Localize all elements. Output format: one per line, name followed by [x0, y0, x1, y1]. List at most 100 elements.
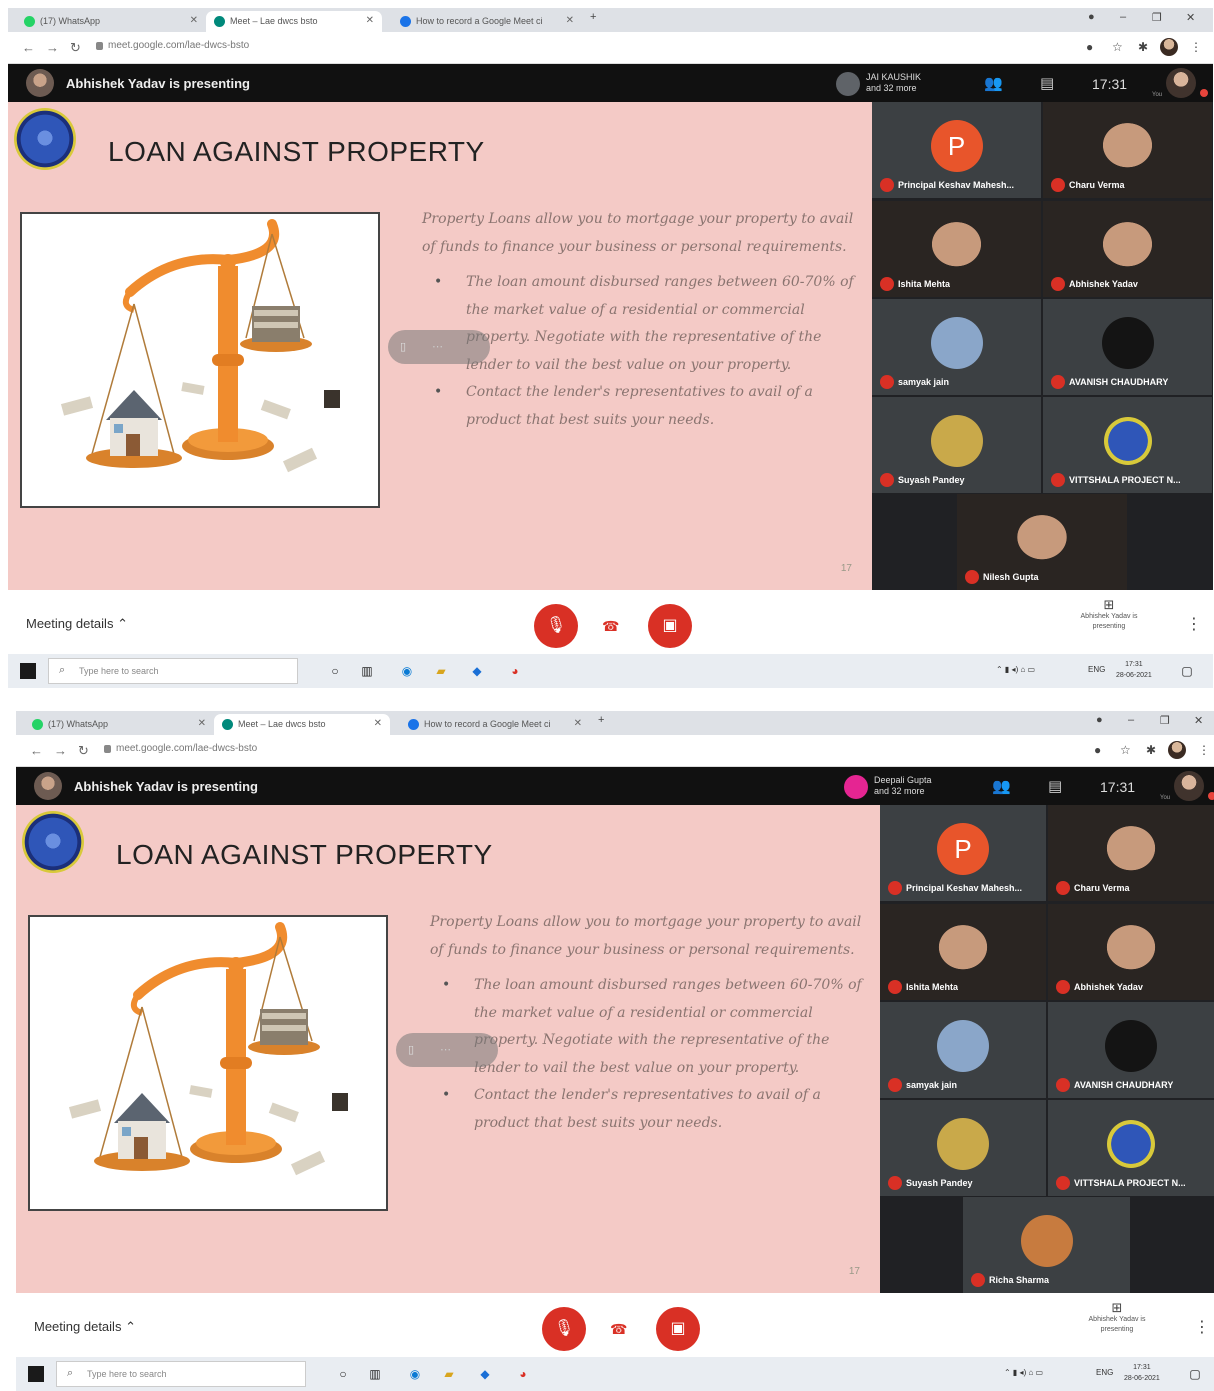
active-speaker[interactable]: JAI KAUSHIK and 32 more — [836, 70, 966, 98]
edge-icon[interactable]: ◉ — [406, 1365, 424, 1383]
mic-off-button[interactable]: 🎙 — [534, 604, 578, 648]
more-overlay-icon[interactable]: ⋯ — [432, 340, 443, 353]
end-call-button[interactable]: ☎ — [602, 618, 619, 635]
close-window-icon[interactable]: ✕ — [1186, 11, 1195, 24]
taskbar-clock[interactable]: 17:31 28-06-2021 — [1116, 659, 1152, 681]
browser-tab[interactable]: How to record a Google Meet ci ✕ — [392, 11, 582, 32]
input-language[interactable]: ENG — [1096, 1368, 1113, 1377]
record-icon[interactable]: ● — [1088, 11, 1095, 23]
new-tab-icon[interactable]: + — [598, 714, 604, 726]
people-icon[interactable]: 👥 — [992, 777, 1011, 795]
participant-tile[interactable]: AVANISH CHAUDHARY — [1043, 299, 1212, 395]
chrome-icon[interactable]: ◕ — [514, 1365, 532, 1383]
new-tab-icon[interactable]: + — [590, 11, 596, 23]
taskbar-clock[interactable]: 17:31 28-06-2021 — [1124, 1362, 1160, 1384]
chat-icon[interactable]: ▤ — [1040, 74, 1054, 92]
notifications-icon[interactable]: ▢ — [1186, 1365, 1204, 1383]
close-icon[interactable]: ✕ — [566, 15, 574, 26]
more-options-icon[interactable]: ⋮ — [1186, 614, 1202, 634]
people-icon[interactable]: 👥 — [984, 74, 1003, 92]
active-speaker[interactable]: Deepali Gupta and 32 more — [844, 773, 974, 801]
participant-tile[interactable]: Suyash Pandey — [872, 397, 1041, 493]
camera-off-button[interactable]: ▣ — [656, 1307, 700, 1351]
participant-tile[interactable]: P Principal Keshav Mahesh... — [872, 102, 1041, 198]
close-icon[interactable]: ✕ — [198, 718, 206, 729]
browser-tab-active[interactable]: Meet – Lae dwcs bsto ✕ — [214, 714, 390, 735]
mic-off-button[interactable]: 🎙 — [542, 1307, 586, 1351]
end-call-button[interactable]: ☎ — [610, 1321, 627, 1338]
windows-start-icon[interactable] — [20, 663, 36, 679]
star-icon[interactable]: ☆ — [1112, 40, 1123, 54]
browser-tab[interactable]: (17) WhatsApp ✕ — [24, 714, 214, 735]
menu-icon[interactable]: ⋮ — [1198, 743, 1210, 757]
participant-tile[interactable]: Nilesh Gupta — [957, 494, 1127, 590]
participant-tile[interactable]: Richa Sharma — [963, 1197, 1130, 1293]
participant-tile[interactable]: Charu Verma — [1043, 102, 1212, 198]
store-icon[interactable]: ◆ — [476, 1365, 494, 1383]
participant-tile[interactable]: Abhishek Yadav — [1048, 904, 1214, 1000]
presenting-button[interactable]: ⊞ Abhishek Yadav is presenting — [1064, 598, 1154, 632]
participant-tile[interactable]: Ishita Mehta — [872, 201, 1041, 297]
camera-icon[interactable]: ● — [1086, 40, 1093, 54]
mic-overlay-icon[interactable]: ▯ — [408, 1043, 414, 1056]
menu-icon[interactable]: ⋮ — [1190, 40, 1202, 54]
profile-avatar[interactable] — [1168, 741, 1186, 759]
edge-icon[interactable]: ◉ — [398, 662, 416, 680]
task-view-icon[interactable]: ▥ — [358, 662, 376, 680]
chrome-icon[interactable]: ◕ — [506, 662, 524, 680]
presenting-button[interactable]: ⊞ Abhishek Yadav is presenting — [1072, 1301, 1162, 1335]
slide-nav-overlay[interactable]: ▯ ⋯ — [388, 330, 490, 364]
task-view-icon[interactable]: ▥ — [366, 1365, 384, 1383]
forward-icon[interactable]: → — [46, 40, 59, 55]
close-icon[interactable]: ✕ — [574, 718, 582, 729]
minimize-icon[interactable]: – — [1128, 714, 1134, 726]
reload-icon[interactable]: ↻ — [78, 743, 89, 759]
meeting-details-button[interactable]: Meeting details ⌃ — [34, 1319, 136, 1335]
back-icon[interactable]: ← — [22, 40, 35, 55]
browser-tab[interactable]: (17) WhatsApp ✕ — [16, 11, 206, 32]
participant-tile[interactable]: Charu Verma — [1048, 805, 1214, 901]
extensions-icon[interactable]: ✱ — [1146, 743, 1156, 757]
cortana-icon[interactable]: ○ — [334, 1365, 352, 1383]
system-tray-icons[interactable]: ⌃ ▮ ◂) ⌂ ▭ — [1004, 1368, 1043, 1377]
reload-icon[interactable]: ↻ — [70, 40, 81, 56]
participant-tile[interactable]: VITTSHALA PROJECT N... — [1048, 1100, 1214, 1196]
browser-tab-active[interactable]: Meet – Lae dwcs bsto ✕ — [206, 11, 382, 32]
participant-tile[interactable]: Abhishek Yadav — [1043, 201, 1212, 297]
participant-tile[interactable]: samyak jain — [880, 1002, 1046, 1098]
taskbar-search[interactable]: ⌕ Type here to search — [48, 658, 298, 684]
slide-nav-overlay[interactable]: ▯ ⋯ — [396, 1033, 498, 1067]
camera-icon[interactable]: ● — [1094, 743, 1101, 757]
minimize-icon[interactable]: – — [1120, 11, 1126, 23]
close-icon[interactable]: ✕ — [374, 718, 382, 729]
mic-overlay-icon[interactable]: ▯ — [400, 340, 406, 353]
star-icon[interactable]: ☆ — [1120, 743, 1131, 757]
self-avatar[interactable] — [1174, 771, 1204, 801]
forward-icon[interactable]: → — [54, 743, 67, 758]
more-options-icon[interactable]: ⋮ — [1194, 1317, 1210, 1337]
more-overlay-icon[interactable]: ⋯ — [440, 1043, 451, 1056]
maximize-icon[interactable]: ❐ — [1160, 714, 1170, 727]
participant-tile[interactable]: Ishita Mehta — [880, 904, 1046, 1000]
participant-tile[interactable]: P Principal Keshav Mahesh... — [880, 805, 1046, 901]
back-icon[interactable]: ← — [30, 743, 43, 758]
close-icon[interactable]: ✕ — [366, 15, 374, 26]
profile-avatar[interactable] — [1160, 38, 1178, 56]
store-icon[interactable]: ◆ — [468, 662, 486, 680]
camera-off-button[interactable]: ▣ — [648, 604, 692, 648]
file-explorer-icon[interactable]: ▰ — [432, 662, 450, 680]
chat-icon[interactable]: ▤ — [1048, 777, 1062, 795]
participant-tile[interactable]: VITTSHALA PROJECT N... — [1043, 397, 1212, 493]
url-field[interactable]: meet.google.com/lae-dwcs-bsto — [108, 40, 249, 51]
system-tray-icons[interactable]: ⌃ ▮ ◂) ⌂ ▭ — [996, 665, 1035, 674]
url-field[interactable]: meet.google.com/lae-dwcs-bsto — [116, 743, 257, 754]
notifications-icon[interactable]: ▢ — [1178, 662, 1196, 680]
maximize-icon[interactable]: ❐ — [1152, 11, 1162, 24]
windows-start-icon[interactable] — [28, 1366, 44, 1382]
cortana-icon[interactable]: ○ — [326, 662, 344, 680]
close-icon[interactable]: ✕ — [190, 15, 198, 26]
meeting-details-button[interactable]: Meeting details ⌃ — [26, 616, 128, 632]
taskbar-search[interactable]: ⌕ Type here to search — [56, 1361, 306, 1387]
file-explorer-icon[interactable]: ▰ — [440, 1365, 458, 1383]
extensions-icon[interactable]: ✱ — [1138, 40, 1148, 54]
